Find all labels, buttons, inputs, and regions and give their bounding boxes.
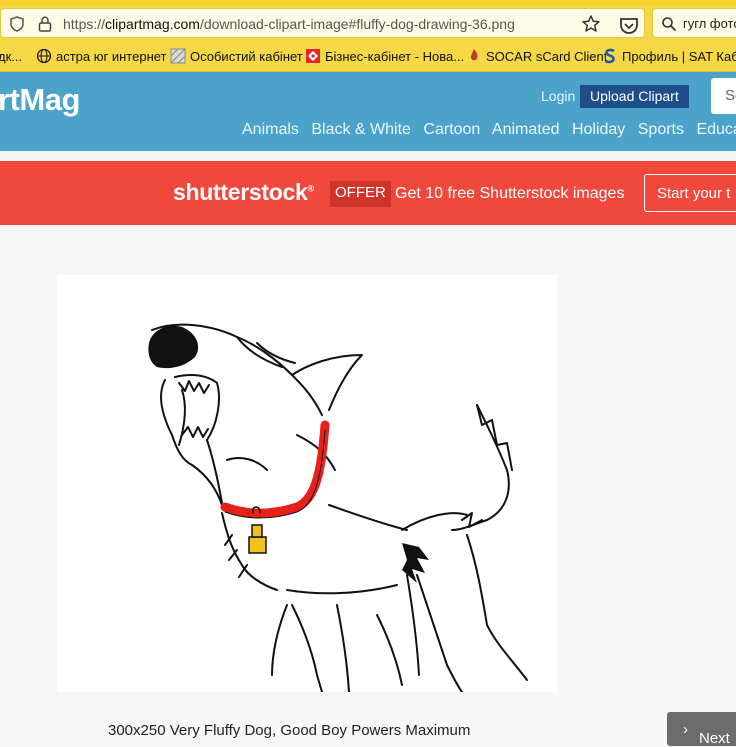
image-caption: 300x250 Very Fluffy Dog, Good Boy Powers… — [108, 722, 471, 739]
url-text[interactable]: https://clipartmag.com/download-clipart-… — [63, 16, 515, 32]
globe-icon — [36, 48, 52, 64]
offer-message: Get 10 free Shutterstock images — [395, 185, 625, 202]
nav-sports[interactable]: Sports — [638, 121, 684, 138]
nav-animals[interactable]: Animals — [242, 121, 299, 138]
url-host: clipartmag.com — [105, 16, 200, 32]
site-search-placeholder: Se — [725, 87, 736, 104]
site-header: rtMag Login Upload Clipart Se Animals Bl… — [0, 72, 736, 151]
address-bar[interactable]: https://clipartmag.com/download-clipart-… — [0, 8, 645, 38]
bookmarks-bar: дк... астра юг интернет Особистий кабіне… — [0, 40, 736, 72]
start-trial-button[interactable]: Start your t — [644, 174, 736, 212]
next-label-text: Next — [699, 730, 730, 747]
socar-flame-icon — [470, 49, 478, 61]
site-search-input[interactable]: Se — [711, 78, 736, 114]
browser-search-box[interactable]: гугл фото — [652, 8, 736, 38]
url-scheme: https:// — [63, 16, 106, 32]
bookmark-star-icon[interactable] — [581, 14, 601, 34]
start-trial-label: Start your t — [657, 185, 731, 202]
login-link[interactable]: Login — [541, 88, 575, 104]
shutterstock-banner[interactable]: shutterstock® OFFER Get 10 free Shutters… — [0, 161, 736, 225]
s-logo-icon — [604, 48, 615, 64]
url-path: /download-clipart-image#fluffy-dog-drawi… — [199, 16, 515, 32]
shield-icon[interactable] — [9, 16, 25, 32]
bookmark-item-6[interactable]: Профиль | SAT Кабин — [622, 49, 736, 64]
nav-animated[interactable]: Animated — [492, 121, 560, 138]
next-label: Next › — [683, 721, 730, 747]
fluffy-dog-drawing — [148, 323, 528, 692]
registered-mark: ® — [307, 183, 314, 194]
site-logo[interactable]: rtMag — [0, 82, 80, 118]
nav-education[interactable]: Education — [696, 121, 736, 138]
grid-icon — [170, 48, 186, 64]
bookmark-item-4[interactable]: Бізнес-кабінет - Нова... — [325, 49, 464, 64]
pocket-icon[interactable] — [619, 17, 639, 35]
browser-search-text: гугл фото — [683, 16, 736, 31]
clipart-image[interactable] — [57, 275, 557, 692]
nav-cartoon[interactable]: Cartoon — [423, 121, 480, 138]
category-nav: Animals Black & White Cartoon Animated H… — [242, 121, 736, 139]
nav-black-white[interactable]: Black & White — [311, 121, 411, 138]
lock-icon[interactable] — [37, 15, 53, 33]
next-button[interactable]: Next › — [667, 712, 736, 747]
bookmark-item-5[interactable]: SOCAR sCard Client — [486, 49, 607, 64]
nova-poshta-icon — [306, 49, 320, 63]
bookmark-item-2[interactable]: астра юг интернет — [56, 49, 167, 64]
bookmark-item-1[interactable]: дк... — [0, 49, 22, 64]
offer-badge: OFFER — [330, 181, 391, 207]
nav-holiday[interactable]: Holiday — [572, 121, 625, 138]
shutterstock-logo: shutterstock® — [173, 179, 314, 206]
shutterstock-brand: shutterstock — [173, 179, 308, 205]
browser-toolbar: https://clipartmag.com/download-clipart-… — [0, 6, 736, 40]
search-icon — [662, 17, 677, 32]
upload-clipart-button[interactable]: Upload Clipart — [580, 85, 689, 108]
header-divider — [0, 151, 736, 161]
bookmark-item-3[interactable]: Особистий кабінет — [190, 49, 303, 64]
